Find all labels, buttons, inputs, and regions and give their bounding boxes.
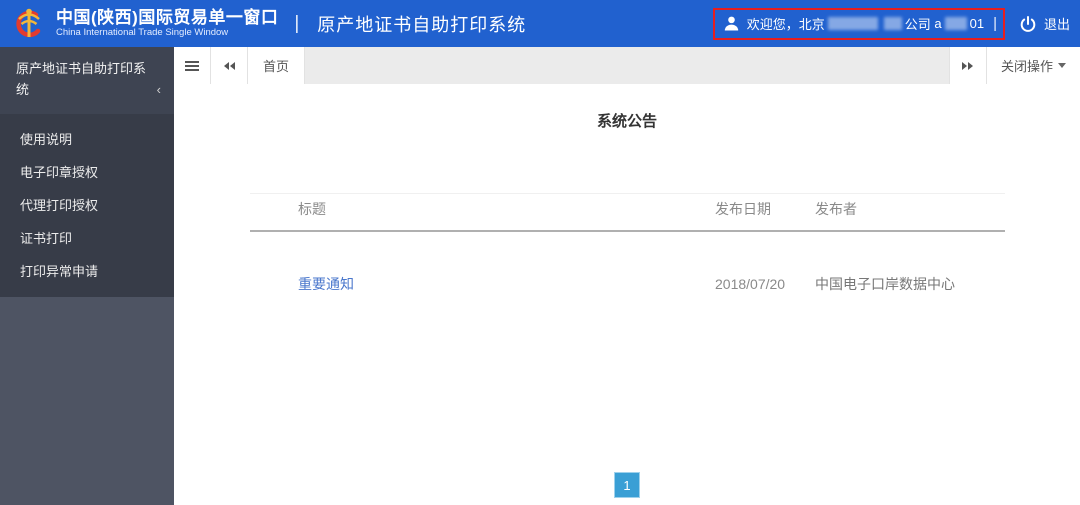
header-right: 欢迎您，北京 公司 a 01 | 退出: [712, 7, 1070, 40]
double-chevron-right-icon: [962, 61, 968, 70]
welcome-divider: |: [993, 15, 997, 32]
column-header-publisher: 发布者: [815, 193, 1005, 232]
sidebar-item-usage-instructions[interactable]: 使用说明: [0, 122, 174, 155]
org-title-block: 中国(陕西)国际贸易单一窗口 China International Trade…: [56, 8, 278, 39]
collapse-chevron-icon[interactable]: ‹: [157, 79, 161, 100]
power-icon[interactable]: [1019, 15, 1037, 33]
column-header-title: 标题: [250, 193, 715, 232]
sidebar: 原产地证书自助打印系统 ‹ 使用说明 电子印章授权 代理打印授权 证书打印 打印…: [0, 47, 174, 505]
org-title: 中国(陕西)国际贸易单一窗口: [56, 7, 279, 27]
column-header-date: 发布日期: [715, 193, 815, 232]
header-divider: |: [294, 12, 300, 34]
notice-date: 2018/07/20: [715, 276, 786, 292]
notice-publisher: 中国电子口岸数据中心: [815, 276, 955, 292]
redacted-account: [944, 17, 967, 30]
sidebar-item-eseal-authorization[interactable]: 电子印章授权: [0, 155, 174, 188]
content-area: 系统公告 标题 发布日期 发布者 重要通知 2018/07/20 中国电子口岸数…: [174, 84, 1080, 505]
scroll-tabs-left-button[interactable]: [211, 47, 248, 84]
redacted-company-name-2: [883, 17, 902, 30]
notice-link-cell: 重要通知: [250, 231, 715, 304]
caret-down-icon: [1058, 63, 1066, 68]
logout-button[interactable]: 退出: [1019, 14, 1070, 33]
pagination: 1: [174, 472, 1080, 498]
app-title: 原产地证书自助打印系统: [317, 14, 527, 35]
china-eport-logo-icon: [10, 5, 48, 43]
page: 中国(陕西)国际贸易单一窗口 China International Trade…: [0, 0, 1080, 505]
double-chevron-left-icon: [223, 61, 229, 70]
table-row: 重要通知 2018/07/20 中国电子口岸数据中心: [250, 231, 1005, 304]
sidebar-item-print-exception-request[interactable]: 打印异常申请: [0, 254, 174, 287]
sidebar-item-agent-print-authorization[interactable]: 代理打印授权: [0, 188, 174, 221]
table-header-row: 标题 发布日期 发布者: [250, 193, 1005, 232]
welcome-annotation-box: 欢迎您，北京 公司 a 01 |: [712, 7, 1005, 40]
sidebar-title[interactable]: 原产地证书自助打印系统 ‹: [0, 47, 174, 114]
top-header: 中国(陕西)国际贸易单一窗口 China International Trade…: [0, 0, 1080, 47]
user-icon: [723, 15, 740, 32]
hamburger-icon: [185, 64, 199, 67]
announcement-table: 标题 发布日期 发布者 重要通知 2018/07/20 中国电子口岸数据中心: [250, 193, 1005, 304]
notice-link[interactable]: 重要通知: [298, 276, 354, 292]
redacted-company-name: [827, 17, 878, 30]
welcome-text: 欢迎您，北京 公司 a 01: [746, 16, 985, 32]
sidebar-filler: [0, 297, 174, 505]
sidebar-menu: 使用说明 电子印章授权 代理打印授权 证书打印 打印异常申请: [0, 113, 174, 297]
toggle-sidebar-button[interactable]: [174, 47, 211, 84]
tab-bar: 首页 关闭操作: [174, 47, 1080, 84]
scroll-tabs-right-button[interactable]: [948, 47, 986, 84]
sidebar-item-certificate-print[interactable]: 证书打印: [0, 221, 174, 254]
page-1-button[interactable]: 1: [614, 472, 640, 498]
logout-label[interactable]: 退出: [1044, 14, 1070, 33]
org-subtitle: China International Trade Single Window: [56, 27, 229, 39]
tab-home[interactable]: 首页: [248, 47, 306, 84]
tab-strip-filler: [305, 47, 949, 84]
page-title: 系统公告: [596, 113, 657, 130]
close-operations-dropdown[interactable]: 关闭操作: [985, 47, 1080, 84]
